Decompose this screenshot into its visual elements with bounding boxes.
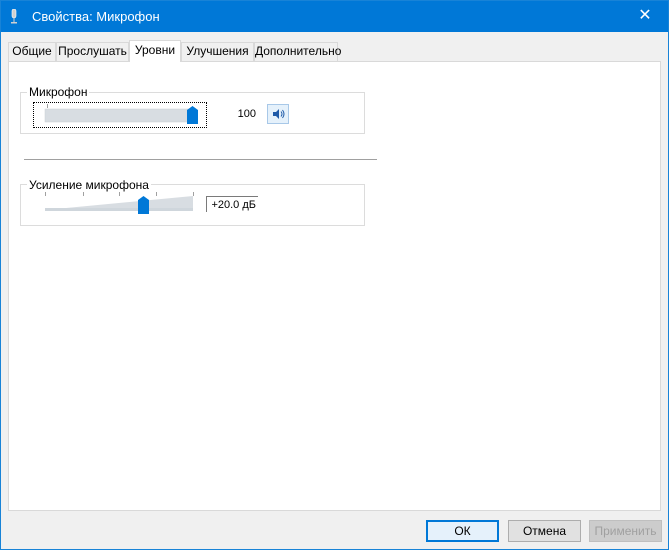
section-divider bbox=[24, 159, 377, 160]
microphone-slider[interactable] bbox=[39, 104, 209, 126]
close-button[interactable]: ✕ bbox=[622, 1, 668, 32]
tab-listen[interactable]: Прослушать bbox=[56, 42, 129, 61]
tab-label: Общие bbox=[12, 44, 52, 58]
microphone-slider-thumb[interactable] bbox=[187, 106, 198, 124]
apply-button[interactable]: Применить bbox=[589, 520, 662, 542]
boost-level-value[interactable]: +20.0 дБ bbox=[206, 196, 258, 212]
microphone-level-value[interactable]: 100 bbox=[209, 105, 259, 123]
tab-label: Улучшения bbox=[186, 44, 249, 58]
ok-button[interactable]: ОК bbox=[426, 520, 499, 542]
slider-tick bbox=[156, 192, 157, 196]
tab-levels[interactable]: Уровни bbox=[129, 40, 181, 62]
tab-general[interactable]: Общие bbox=[8, 42, 56, 61]
boost-slider-thumb[interactable] bbox=[138, 196, 149, 214]
slider-tick bbox=[119, 192, 120, 196]
mute-toggle-button[interactable] bbox=[267, 104, 289, 124]
boost-slider-track bbox=[45, 196, 193, 211]
slider-tick bbox=[193, 192, 194, 196]
close-icon: ✕ bbox=[638, 7, 652, 24]
properties-window: Свойства: Микрофон ✕ Общие Прослушать Ур… bbox=[0, 0, 669, 550]
tab-panel-levels: Микрофон 100 Усиление микрофона +20.0 дБ bbox=[8, 61, 661, 511]
tab-label: Прослушать bbox=[58, 44, 127, 58]
tab-label: Дополнительно bbox=[255, 44, 342, 58]
microphone-label: Микрофон bbox=[27, 85, 90, 99]
tab-advanced[interactable]: Дополнительно bbox=[254, 42, 342, 61]
title-bar[interactable]: Свойства: Микрофон ✕ bbox=[1, 1, 668, 32]
boost-slider[interactable] bbox=[43, 192, 199, 214]
microphone-icon bbox=[11, 9, 17, 24]
cancel-button[interactable]: Отмена bbox=[508, 520, 581, 542]
window-title: Свойства: Микрофон bbox=[32, 9, 160, 24]
slider-tick bbox=[83, 192, 84, 196]
slider-tick bbox=[45, 192, 46, 196]
microphone-slider-track bbox=[44, 108, 196, 123]
boost-label: Усиление микрофона bbox=[27, 178, 151, 192]
speaker-icon bbox=[273, 109, 285, 119]
tab-enhancements[interactable]: Улучшения bbox=[181, 42, 254, 61]
slider-tick bbox=[47, 104, 48, 108]
tab-label: Уровни bbox=[134, 43, 176, 57]
